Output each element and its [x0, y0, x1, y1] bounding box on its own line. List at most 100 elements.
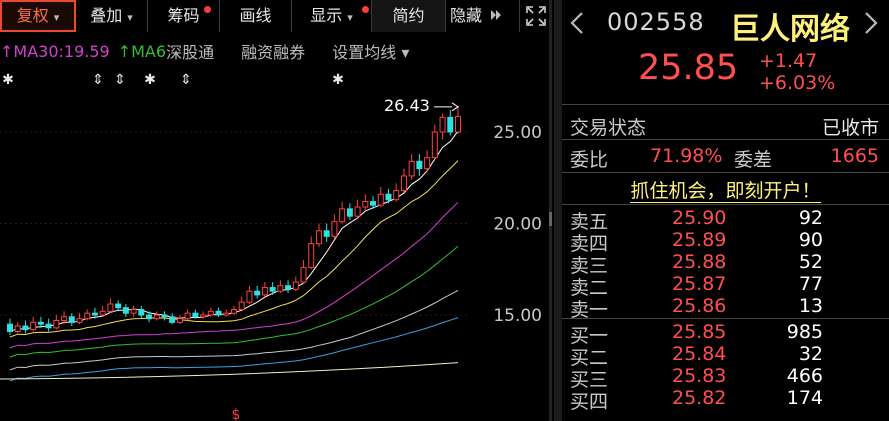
price-axis-label: 20.00 [493, 215, 542, 235]
bid-row[interactable]: 买二 25.84 32 [562, 343, 889, 369]
level-volume: 466 [786, 365, 823, 387]
bid-row[interactable]: 买四 25.82 174 [562, 387, 889, 413]
chart-links: 深股通 融资融券 设置均线 ▾ [166, 39, 431, 63]
toolbar-hide-button[interactable]: 隐藏 [446, 0, 520, 32]
price-axis-label: 15.00 [493, 306, 542, 326]
divider-line [562, 204, 889, 205]
chevron-down-icon: ▾ [127, 11, 133, 24]
candle-body [223, 312, 230, 316]
candle-body [53, 319, 60, 329]
level-price: 25.83 [672, 365, 727, 387]
candle-body [84, 312, 91, 320]
candle-body [207, 310, 214, 316]
toolbar-label: 隐藏 [450, 6, 483, 25]
ma-line [9, 317, 459, 382]
candle-body [184, 312, 191, 320]
chevron-right-icon[interactable] [858, 10, 882, 36]
last-price: 25.85 [638, 48, 739, 88]
toolbar-fuquan-button[interactable]: 复权 ▾ [0, 0, 76, 32]
notification-dot-icon [204, 6, 211, 13]
candle-body [339, 208, 346, 223]
link-hk-connect[interactable]: 深股通 [166, 43, 214, 62]
event-marker-icon: ✱ [2, 72, 14, 88]
panel-divider[interactable] [554, 0, 562, 421]
toolbar-draw-line-button[interactable]: 画线 [220, 0, 292, 32]
toolbar-simple-button[interactable]: 简约 [372, 0, 446, 32]
event-marker-icon: ⇕ [180, 72, 192, 88]
change-amount: +1.47 [759, 50, 818, 72]
ma30-legend: ↑MA30:19.59 [0, 42, 110, 61]
candle-body [285, 285, 292, 290]
candle-body [246, 290, 253, 303]
candle-body [254, 290, 261, 296]
divider-line [562, 139, 889, 140]
candle-body [393, 190, 400, 201]
ma-long-line [0, 362, 459, 380]
event-marker-icon: ✱ [144, 72, 156, 88]
candle-body [161, 314, 168, 318]
ask-row[interactable]: 卖一 25.86 13 [562, 295, 889, 321]
link-ma-settings[interactable]: 设置均线 ▾ [332, 43, 409, 62]
fullscreen-button[interactable] [520, 0, 552, 32]
level-volume: 90 [798, 229, 823, 251]
toolbar-label: 画线 [239, 6, 272, 25]
price-change: +1.47 +6.03% [759, 50, 835, 94]
stock-code: 002558 [607, 8, 705, 36]
chevron-down-icon: ▾ [347, 11, 353, 24]
candle-body [292, 281, 299, 290]
link-margin-trading[interactable]: 融资融券 [241, 43, 305, 62]
kline-chart[interactable]: 25.00 20.00 15.00 26.43 ✱ ⇕ ⇕ ✱ ⇕ ✱ $ [0, 66, 552, 421]
candle-body [261, 287, 268, 296]
candle-body [416, 160, 423, 170]
level-volume: 52 [798, 251, 823, 273]
ma-line [9, 130, 459, 332]
candle-body [192, 312, 199, 318]
candle-body [447, 116, 454, 133]
chevron-left-icon[interactable] [566, 10, 590, 36]
candle-body [45, 323, 52, 329]
candle-body [354, 206, 361, 217]
candle-body [370, 201, 377, 206]
bid-row[interactable]: 买三 25.83 466 [562, 365, 889, 391]
bid-row[interactable]: 买一 25.85 985 [562, 321, 889, 347]
ask-row[interactable]: 卖五 25.90 92 [562, 207, 889, 233]
level-volume: 174 [786, 387, 823, 409]
candle-body [346, 208, 353, 217]
ask-row[interactable]: 卖四 25.89 90 [562, 229, 889, 255]
candle-body [138, 309, 145, 316]
candle-body [385, 193, 392, 201]
quote-panel: 002558 巨人网络 25.85 +1.47 +6.03% 交易状态 已收市 … [562, 0, 889, 421]
candle-body [238, 301, 245, 311]
toolbar-overlay-button[interactable]: 叠加 ▾ [76, 0, 148, 32]
candle-body [130, 309, 137, 314]
candle-body [231, 309, 237, 314]
toolbar-label: 显示 [310, 6, 343, 25]
candle-body [400, 175, 407, 192]
ask-row[interactable]: 卖三 25.88 52 [562, 251, 889, 277]
candle-body [146, 314, 153, 320]
divider-line [562, 172, 889, 173]
candle-body [169, 316, 176, 323]
level-price: 25.88 [672, 251, 727, 273]
candle-body [315, 230, 322, 245]
ask-row[interactable]: 卖二 25.87 77 [562, 273, 889, 299]
candle-body [323, 230, 330, 237]
candle-body [308, 243, 315, 268]
open-account-link[interactable]: 抓住机会，即刻开户！ [562, 176, 889, 203]
level-volume: 13 [798, 295, 823, 317]
toolbar-label: 叠加 [90, 6, 123, 25]
ma60-value: MA6 [131, 41, 167, 61]
ma-line [9, 201, 459, 349]
double-chevron-right-icon[interactable] [489, 8, 503, 22]
chart-scroll-thumb[interactable] [549, 212, 552, 226]
candle-body [215, 310, 222, 316]
toolbar-display-button[interactable]: 显示 ▾ [292, 0, 372, 32]
chart-scrollbar[interactable] [549, 0, 552, 421]
toolbar-label: 简约 [392, 6, 425, 25]
level-volume: 92 [798, 207, 823, 229]
event-marker-icon: ⇕ [92, 72, 104, 88]
candle-body [153, 314, 160, 320]
toolbar-chips-button[interactable]: 筹码 [148, 0, 220, 32]
level-volume: 32 [798, 343, 823, 365]
candle-body [115, 303, 122, 309]
